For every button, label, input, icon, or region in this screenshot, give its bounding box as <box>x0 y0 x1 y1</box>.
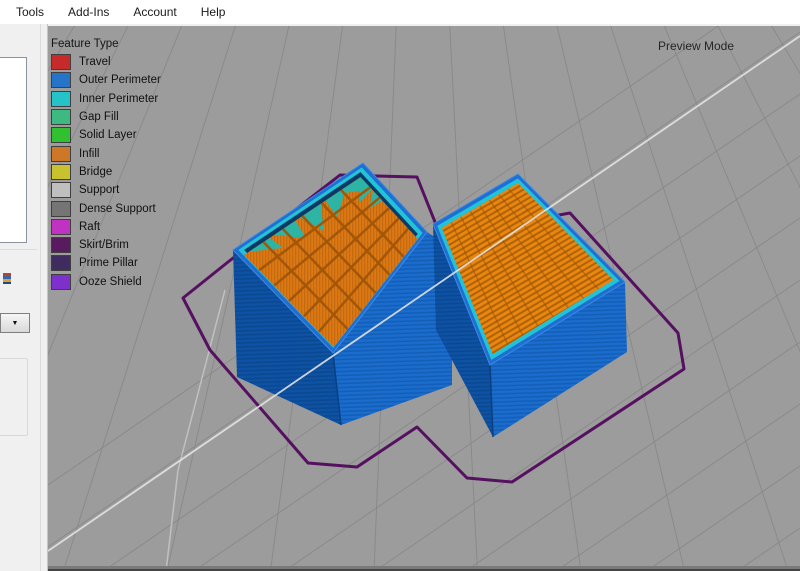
legend-item-label: Prime Pillar <box>79 257 138 269</box>
legend-item-label: Ooze Shield <box>79 276 142 288</box>
legend-item-row: Gap Fill <box>51 108 161 126</box>
legend-color-swatch <box>51 274 71 290</box>
process-icon <box>3 271 11 282</box>
legend-item-row: Solid Layer <box>51 126 161 144</box>
legend-color-swatch <box>51 146 71 162</box>
legend-item-label: Outer Perimeter <box>79 74 161 86</box>
legend-item-label: Bridge <box>79 166 112 178</box>
legend-item-row: Infill <box>51 144 161 162</box>
menu-item-account[interactable]: Account <box>121 2 188 22</box>
legend-item-row: Prime Pillar <box>51 254 161 272</box>
menu-item-add-ins[interactable]: Add-Ins <box>56 2 121 22</box>
legend-color-swatch <box>51 54 71 70</box>
legend-item-label: Gap Fill <box>79 111 119 123</box>
legend-item-row: Outer Perimeter <box>51 71 161 89</box>
legend-item-row: Raft <box>51 218 161 236</box>
legend-color-swatch <box>51 201 71 217</box>
legend-color-swatch <box>51 182 71 198</box>
model-cube-left <box>220 150 452 425</box>
legend-color-swatch <box>51 127 71 143</box>
legend-color-swatch <box>51 164 71 180</box>
plate-edge <box>48 566 800 569</box>
legend-item-label: Inner Perimeter <box>79 93 158 105</box>
legend-color-swatch <box>51 237 71 253</box>
legend-color-swatch <box>51 91 71 107</box>
preview-3d-viewport[interactable]: Feature Type Travel Outer Perimeter Inner … <box>48 26 800 571</box>
legend-color-swatch <box>51 219 71 235</box>
process-select-dropdown[interactable]: ▼ <box>0 313 30 333</box>
legend-item-label: Raft <box>79 221 100 233</box>
panel-splitter[interactable] <box>40 24 41 571</box>
legend-item-row: Bridge <box>51 163 161 181</box>
legend-item-label: Travel <box>79 56 111 68</box>
section-divider <box>0 249 37 250</box>
legend-item-row: Ooze Shield <box>51 273 161 291</box>
legend-item-label: Support <box>79 184 119 196</box>
preview-mode-label: Preview Mode <box>658 39 734 53</box>
plate-axis-line-soft <box>166 290 225 571</box>
sidebar-groupbox <box>0 358 28 436</box>
legend-item-label: Infill <box>79 148 99 160</box>
model-cube-right <box>433 174 627 437</box>
legend-item-label: Skirt/Brim <box>79 239 129 251</box>
menu-item-tools[interactable]: Tools <box>4 2 56 22</box>
legend-item-row: Skirt/Brim <box>51 236 161 254</box>
feature-type-legend: Feature Type Travel Outer Perimeter Inner … <box>51 38 161 291</box>
legend-color-swatch <box>51 109 71 125</box>
legend-item-row: Travel <box>51 53 161 71</box>
legend-item-label: Solid Layer <box>79 129 137 141</box>
models-listbox[interactable] <box>0 57 27 243</box>
chevron-down-icon: ▼ <box>12 320 19 327</box>
legend-title: Feature Type <box>51 38 161 50</box>
menu-bar: ToolsAdd-InsAccountHelp <box>0 0 800 24</box>
legend-item-row: Support <box>51 181 161 199</box>
left-settings-panel: ▼ <box>0 24 48 571</box>
menu-item-help[interactable]: Help <box>189 2 238 22</box>
legend-item-row: Dense Support <box>51 199 161 217</box>
legend-color-swatch <box>51 72 71 88</box>
legend-item-row: Inner Perimeter <box>51 90 161 108</box>
legend-color-swatch <box>51 255 71 271</box>
legend-item-label: Dense Support <box>79 203 156 215</box>
